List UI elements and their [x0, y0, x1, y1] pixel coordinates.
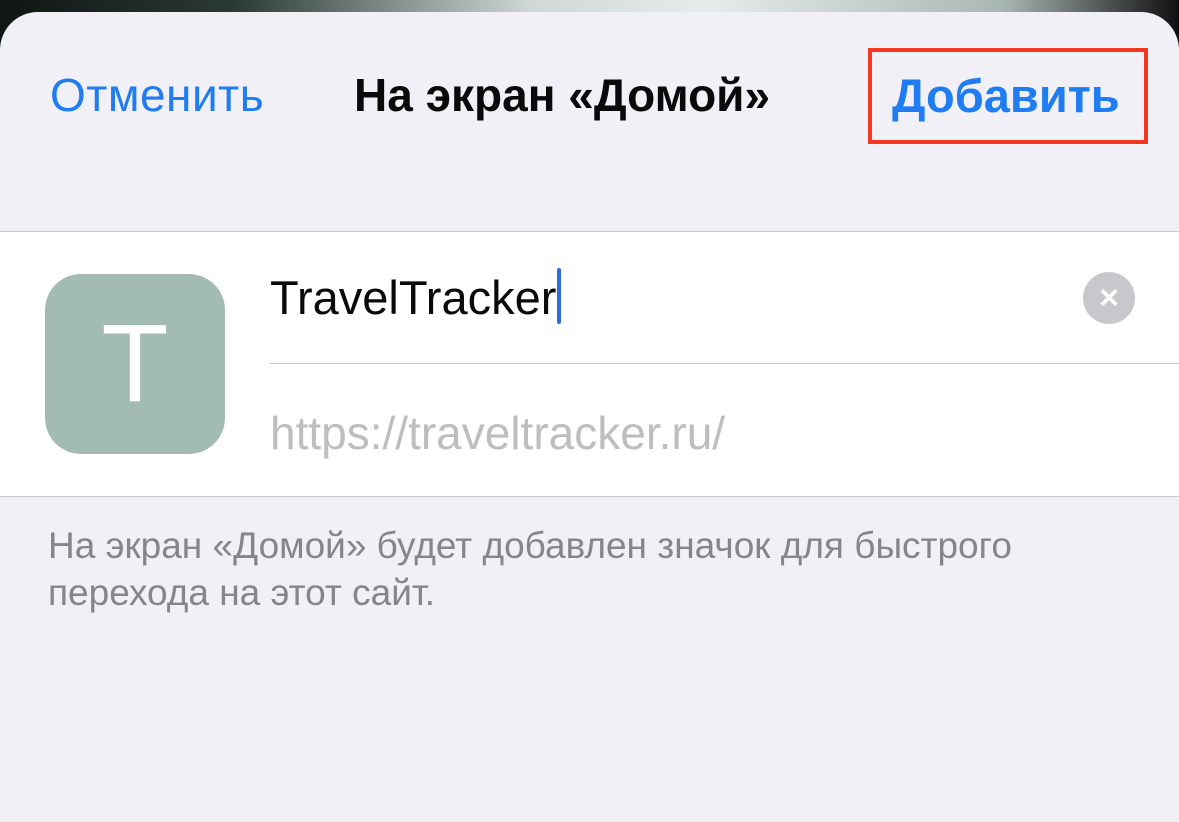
text-cursor	[557, 268, 562, 324]
app-icon-letter: T	[101, 302, 169, 425]
bookmark-card: T TravelTracker https://traveltracker.ru…	[0, 231, 1179, 497]
add-button-highlight: Добавить	[868, 48, 1148, 144]
add-button[interactable]: Добавить	[892, 68, 1120, 123]
clear-icon[interactable]: ×	[1083, 272, 1135, 324]
url-field: https://traveltracker.ru/	[270, 407, 726, 459]
name-input-value: TravelTracker	[270, 271, 557, 324]
field-divider	[270, 363, 1179, 364]
add-to-home-sheet: Отменить На экран «Домой» Добавить T Tra…	[0, 12, 1179, 822]
footer-note: На экран «Домой» будет добавлен значок д…	[48, 525, 1012, 613]
navigation-bar: Отменить На экран «Домой» Добавить	[0, 12, 1179, 180]
sheet-title: На экран «Домой»	[354, 69, 771, 121]
name-input[interactable]: TravelTracker	[270, 266, 1050, 330]
cancel-button[interactable]: Отменить	[50, 68, 264, 122]
app-icon: T	[45, 274, 225, 454]
